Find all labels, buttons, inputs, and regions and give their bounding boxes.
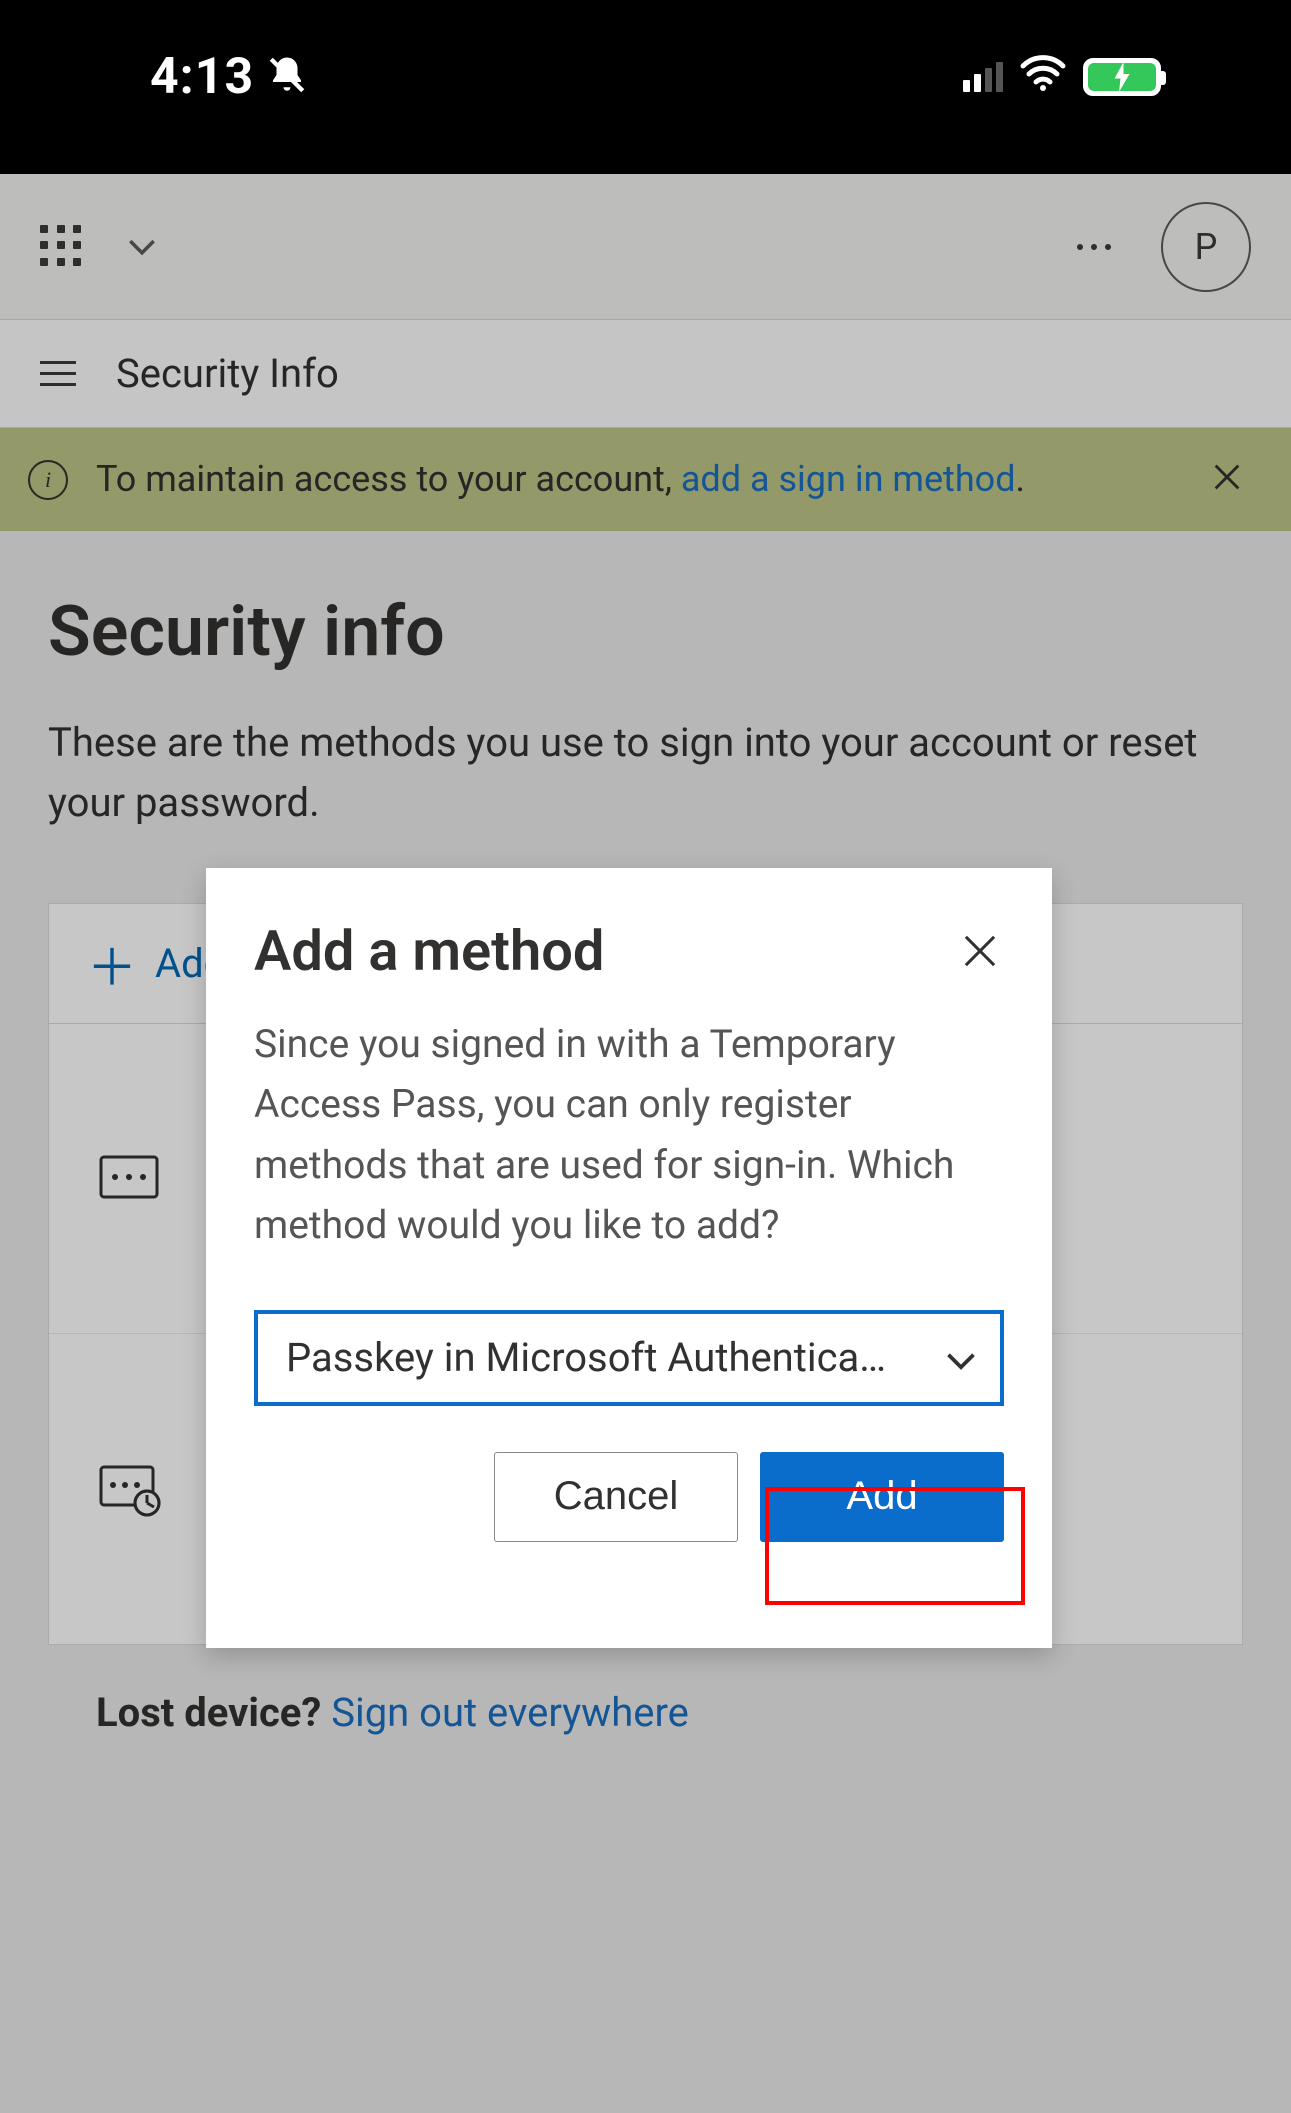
page-title: Security info [48, 591, 1243, 673]
dialog-title: Add a method [254, 918, 604, 984]
info-banner: i To maintain access to your account, ad… [0, 428, 1291, 531]
banner-text-suffix: . [1016, 458, 1026, 500]
app-switcher-chevron-icon[interactable] [124, 229, 160, 265]
lost-device-label: Lost device? [96, 1689, 331, 1736]
app-launcher-icon[interactable] [40, 225, 84, 269]
info-banner-text: To maintain access to your account, add … [96, 456, 1175, 503]
menu-icon[interactable] [40, 361, 76, 386]
dialog-close-button[interactable] [956, 927, 1004, 975]
page-description: These are the methods you use to sign in… [48, 713, 1243, 833]
secondary-header-title: Security Info [116, 350, 339, 397]
notifications-muted-icon [266, 54, 308, 100]
banner-text-prefix: To maintain access to your account, [96, 458, 681, 500]
status-time: 4:13 [150, 48, 254, 106]
banner-add-method-link[interactable]: add a sign in method [681, 458, 1016, 500]
cancel-button[interactable]: Cancel [494, 1452, 738, 1542]
temporary-access-pass-icon [99, 1465, 163, 1513]
method-select-value: Passkey in Microsoft Authenticator [286, 1334, 893, 1381]
add-method-dialog: Add a method Since you signed in with a … [206, 868, 1052, 1648]
secondary-header: Security Info [0, 320, 1291, 428]
banner-close-button[interactable] [1203, 456, 1251, 504]
lost-device-row: Lost device? Sign out everywhere [48, 1645, 1243, 1736]
cellular-signal-icon [963, 62, 1003, 92]
chevron-down-icon [946, 1334, 976, 1381]
add-button[interactable]: Add [760, 1452, 1004, 1542]
more-options-icon[interactable] [1077, 244, 1111, 250]
password-method-icon [99, 1155, 163, 1203]
method-select-dropdown[interactable]: Passkey in Microsoft Authenticator [254, 1310, 1004, 1406]
account-avatar[interactable]: P [1161, 202, 1251, 292]
battery-charging-icon [1083, 58, 1161, 96]
app-bar: P [0, 174, 1291, 320]
wifi-icon [1019, 52, 1067, 102]
phone-status-bar: 4:13 [0, 0, 1291, 174]
dialog-body-text: Since you signed in with a Temporary Acc… [254, 1014, 1004, 1256]
avatar-initial: P [1195, 226, 1218, 268]
sign-out-everywhere-link[interactable]: Sign out everywhere [331, 1689, 689, 1736]
plus-icon: ＋ [87, 928, 137, 1000]
info-icon: i [28, 460, 68, 500]
